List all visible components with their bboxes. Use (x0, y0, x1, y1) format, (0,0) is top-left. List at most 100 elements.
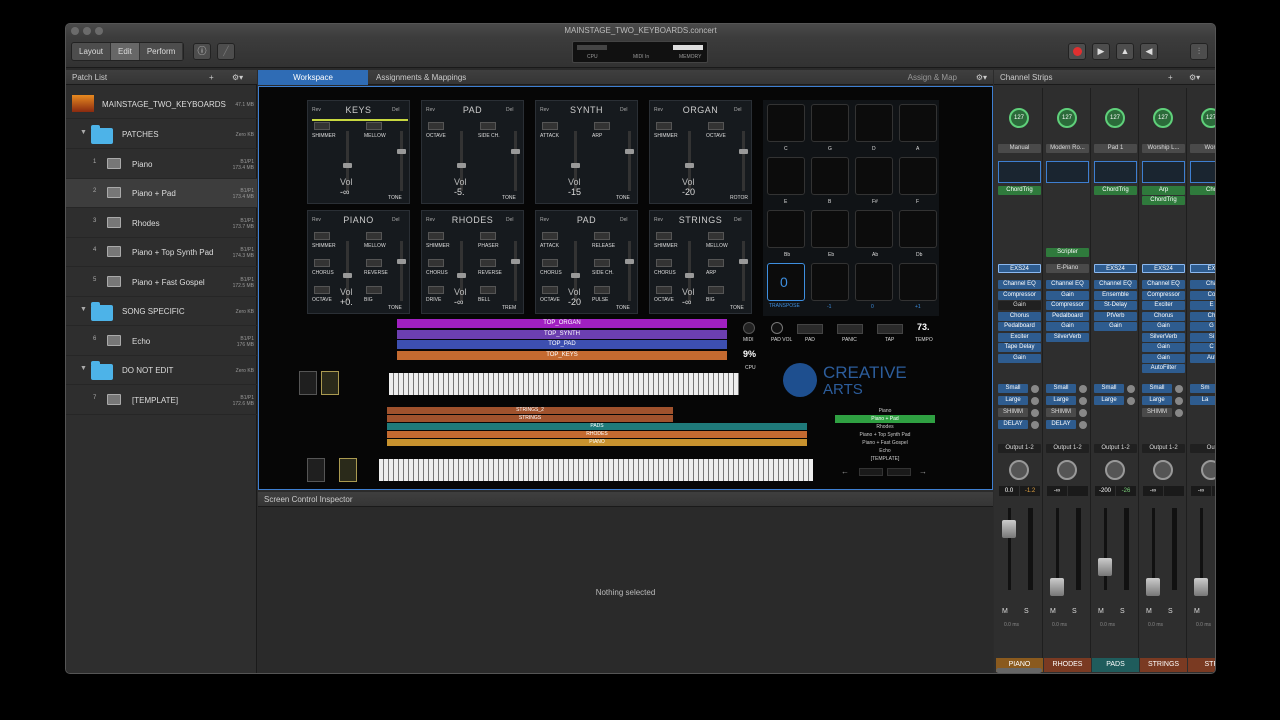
pan-knob[interactable] (1057, 460, 1077, 480)
eq-display[interactable] (1046, 161, 1089, 183)
volume-fader-cap[interactable] (1002, 520, 1016, 538)
toggle-button[interactable] (708, 259, 724, 267)
toggle-button[interactable] (428, 286, 444, 294)
send-knob[interactable] (1175, 385, 1183, 393)
toggle-button[interactable] (480, 286, 496, 294)
strip-name[interactable]: STRINGS (1140, 658, 1187, 672)
output-slot[interactable]: Output 1-2 (1094, 444, 1137, 453)
tuner-button[interactable]: ╱ (217, 43, 235, 60)
assign-map-button[interactable]: Assign & Map (908, 70, 957, 85)
solo-button[interactable]: S (1120, 608, 1125, 615)
toggle-button[interactable] (708, 286, 724, 294)
pan-knob[interactable] (1105, 460, 1125, 480)
strip-name[interactable]: PADS (1092, 658, 1139, 672)
audio-fx-slot[interactable]: Ch (1190, 311, 1215, 321)
layer-bar[interactable]: PIANO (387, 439, 807, 446)
patch-row[interactable]: 4 Piano + Top Synth Pad B1/P1 174.3 MB (66, 238, 257, 267)
fader-cap[interactable] (739, 259, 748, 264)
zoom-button[interactable] (95, 27, 103, 35)
solo-button[interactable]: S (1072, 608, 1077, 615)
audio-fx-slot[interactable]: Chorus (1142, 311, 1185, 321)
send-knob[interactable] (1175, 409, 1183, 417)
send-slot[interactable]: Small (1094, 384, 1124, 393)
layer-bar[interactable]: RHODES (387, 431, 807, 438)
send-slot[interactable]: Large (1142, 396, 1172, 405)
drum-pad[interactable] (899, 104, 937, 142)
audio-fx-slot[interactable]: Gain (998, 301, 1041, 310)
midi-fx-slot[interactable]: Arp (1142, 186, 1185, 195)
fader-track[interactable] (742, 131, 745, 191)
mini-patch-item[interactable]: [TEMPLATE] (835, 455, 935, 463)
send-slot[interactable]: Large (1094, 396, 1124, 405)
toggle-button[interactable] (366, 232, 382, 240)
mod-wheel-lower[interactable] (339, 458, 357, 482)
mute-button[interactable]: M (1098, 608, 1104, 615)
gear-icon[interactable]: ⚙▾ (1189, 70, 1200, 85)
layer-bar[interactable]: STRINGS_2 (387, 407, 673, 414)
toggle-button[interactable] (656, 232, 672, 240)
volume-fader-track[interactable] (1104, 508, 1107, 590)
audio-fx-slot[interactable]: PtVerb (1094, 311, 1137, 321)
strips-scrollbar[interactable] (996, 668, 1042, 673)
toggle-button[interactable] (542, 259, 558, 267)
metronome-button[interactable]: ▲ (1116, 43, 1134, 60)
tab-assignments[interactable]: Assignments & Mappings (376, 70, 466, 85)
mute-button[interactable]: M (1194, 608, 1200, 615)
toggle-button[interactable] (314, 232, 330, 240)
fader-cap[interactable] (397, 149, 406, 154)
audio-fx-slot[interactable]: Pedalboard (1046, 311, 1089, 321)
toggle-button[interactable] (594, 259, 610, 267)
audio-fx-slot[interactable]: Channel EQ (1142, 280, 1185, 289)
audio-fx-slot[interactable]: Pedalboard (998, 322, 1041, 331)
fader-cap[interactable] (625, 259, 634, 264)
send-knob[interactable] (1031, 385, 1039, 393)
toggle-button[interactable] (480, 259, 496, 267)
instrument-slot[interactable]: EX (1190, 264, 1215, 273)
toggle-button[interactable] (428, 259, 444, 267)
toggle-button[interactable] (480, 122, 496, 130)
solo-button[interactable]: S (1024, 608, 1029, 615)
audio-fx-slot[interactable]: St-Delay (1094, 301, 1137, 310)
strip-name[interactable]: STR (1188, 658, 1215, 672)
mute-button[interactable]: M (1050, 608, 1056, 615)
send-slot[interactable]: DELAY (998, 420, 1028, 429)
pitch-wheel[interactable] (299, 371, 317, 395)
prev-arrow-icon[interactable]: ← (841, 467, 849, 476)
toggle-button[interactable] (480, 232, 496, 240)
pitch-wheel-lower[interactable] (307, 458, 325, 482)
drum-pad[interactable] (899, 210, 937, 248)
send-knob[interactable] (1079, 385, 1087, 393)
toggle-button[interactable] (656, 122, 672, 130)
drum-pad[interactable] (855, 157, 893, 195)
fader-cap[interactable] (457, 163, 466, 168)
audio-fx-slot[interactable]: Chorus (998, 311, 1041, 321)
send-slot[interactable]: SHIMM (1046, 408, 1076, 417)
send-knob[interactable] (1079, 409, 1087, 417)
patch-row[interactable]: 5 Piano + Fast Gospel B1/P1 172.5 MB (66, 268, 257, 297)
eq-display[interactable] (998, 161, 1041, 183)
input-gain-knob[interactable]: 127 (1153, 108, 1173, 128)
patch-row[interactable]: 7 [TEMPLATE] B1/P1 172.6 MB (66, 386, 257, 415)
toggle-button[interactable] (428, 232, 444, 240)
fader-track[interactable] (742, 241, 745, 301)
fader-track[interactable] (628, 241, 631, 301)
input-gain-knob[interactable]: 127 (1057, 108, 1077, 128)
toggle-button[interactable] (708, 232, 724, 240)
transpose-pad[interactable] (899, 263, 937, 301)
audio-fx-slot[interactable]: Gain (1142, 353, 1185, 363)
fader-track[interactable] (400, 241, 403, 301)
fader-track[interactable] (514, 131, 517, 191)
toggle-button[interactable] (594, 232, 610, 240)
output-slot[interactable]: Out (1190, 444, 1215, 453)
mini-patch-item[interactable]: Piano + Fast Gospel (835, 439, 935, 447)
audio-fx-slot[interactable]: Compressor (998, 290, 1041, 300)
toggle-button[interactable] (366, 286, 382, 294)
drum-pad[interactable] (811, 157, 849, 195)
patch-row[interactable]: 3 Rhodes B1/P1 173.7 MB (66, 209, 257, 238)
toggle-button[interactable] (542, 122, 558, 130)
transpose-pad[interactable] (811, 263, 849, 301)
audio-fx-slot[interactable]: Gain (998, 353, 1041, 363)
send-slot[interactable]: DELAY (1046, 420, 1076, 429)
toggle-button[interactable] (314, 286, 330, 294)
concert-row[interactable]: MAINSTAGE_TWO_KEYBOARDS 47.1 MB (66, 90, 257, 119)
